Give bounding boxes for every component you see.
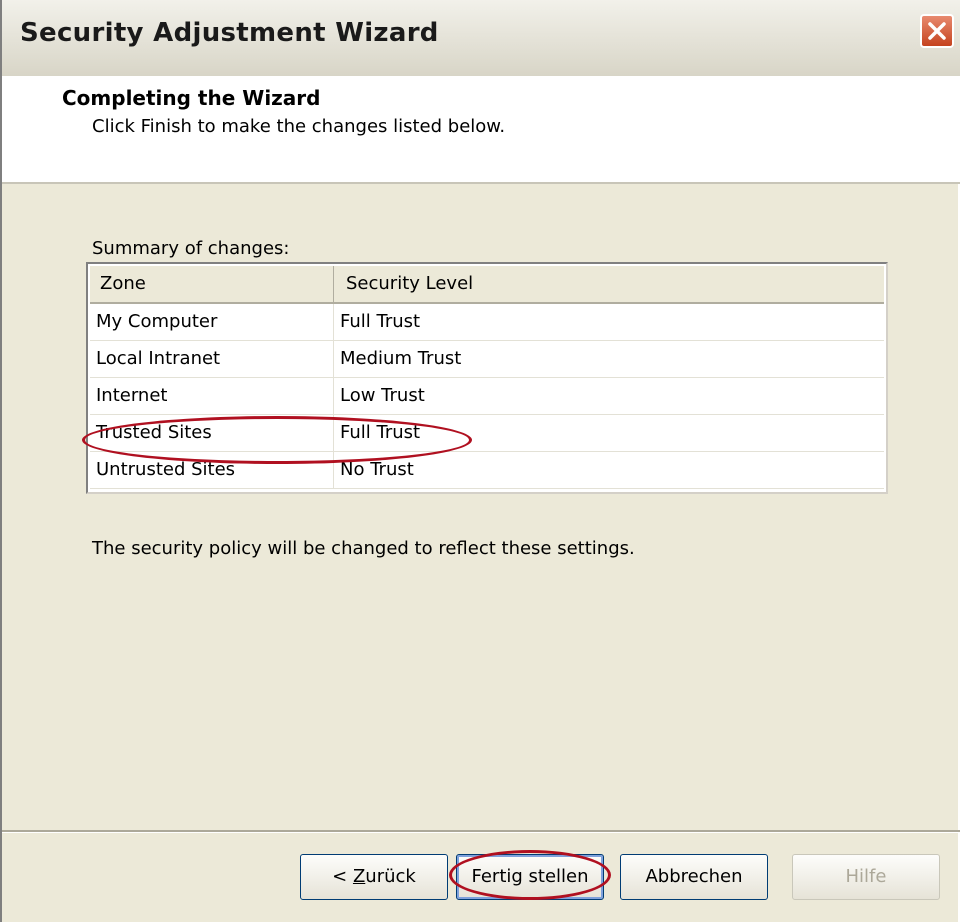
level-cell: Medium Trust [340, 348, 462, 369]
table-row[interactable]: Trusted Sites Full Trust [90, 415, 884, 452]
zone-cell: Untrusted Sites [90, 452, 334, 488]
level-cell: Full Trust [340, 422, 421, 443]
table-row[interactable]: Untrusted Sites No Trust [90, 452, 884, 489]
column-header-security-level[interactable]: Security Level [334, 266, 884, 302]
zone-cell: Trusted Sites [90, 415, 334, 451]
back-button-accelerator: Z [352, 866, 366, 887]
window-title: Security Adjustment Wizard [20, 18, 439, 48]
level-cell: No Trust [340, 459, 414, 480]
level-cell: Full Trust [340, 311, 421, 332]
cancel-button[interactable]: Abbrechen [620, 854, 768, 900]
close-button[interactable] [920, 14, 954, 48]
summary-label: Summary of changes: [92, 238, 290, 259]
button-bar-divider [2, 830, 960, 833]
zone-cell: Internet [90, 378, 334, 414]
column-header-zone[interactable]: Zone [90, 266, 334, 302]
title-bar[interactable]: Security Adjustment Wizard [2, 0, 960, 77]
table-row[interactable]: My Computer Full Trust [90, 304, 884, 341]
page-title: Completing the Wizard [62, 86, 321, 110]
zone-cell: Local Intranet [90, 341, 334, 377]
table-header: Zone Security Level [90, 266, 884, 304]
table-row[interactable]: Local Intranet Medium Trust [90, 341, 884, 378]
policy-note: The security policy will be changed to r… [92, 538, 635, 559]
page-subtitle: Click Finish to make the changes listed … [92, 116, 506, 137]
back-button-prefix: < [332, 866, 353, 887]
summary-table[interactable]: Zone Security Level My Computer Full Tru… [86, 262, 888, 494]
finish-button[interactable]: Fertig stellen [456, 854, 604, 900]
back-button[interactable]: < Zurück [300, 854, 448, 900]
close-icon [928, 22, 946, 40]
zone-cell: My Computer [90, 304, 334, 340]
wizard-window: Security Adjustment Wizard Completing th… [0, 0, 960, 922]
help-button: Hilfe [792, 854, 940, 900]
level-cell: Low Trust [340, 385, 425, 406]
table-row[interactable]: Internet Low Trust [90, 378, 884, 415]
back-button-label: urück [365, 866, 416, 887]
